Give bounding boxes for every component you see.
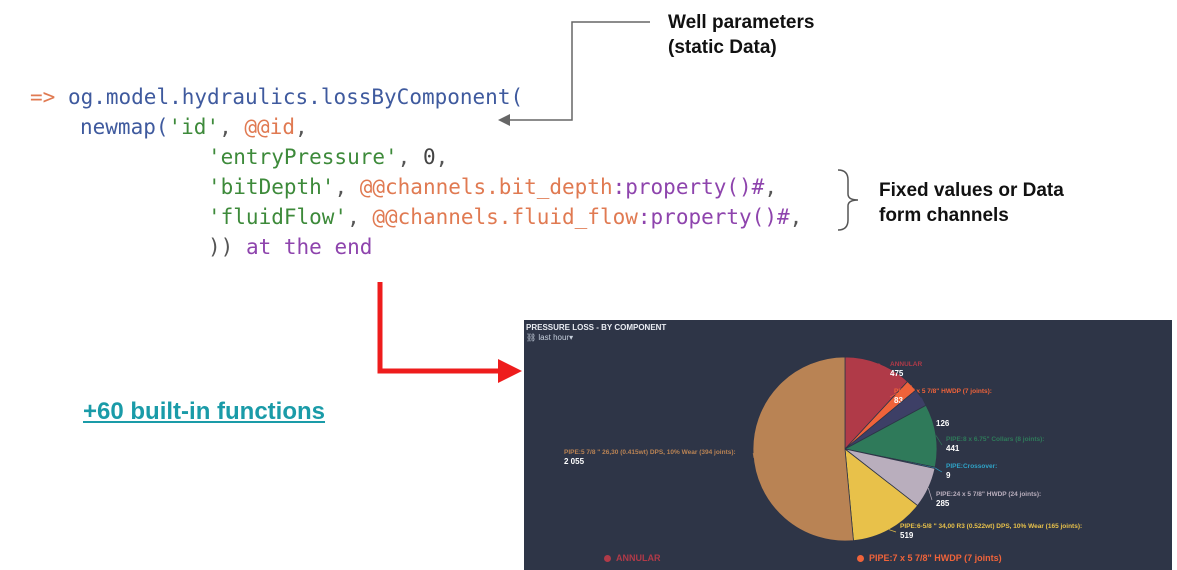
legend-item-hwdp-7[interactable]: PIPE:7 x 5 7/8" HWDP (7 joints) [857, 553, 1002, 563]
slice-label-crossover: PIPE:Crossover: [946, 463, 997, 470]
slice-value-dps-165: 519 [900, 531, 914, 540]
slice-value-annular: 475 [890, 369, 904, 378]
slice-label-collars: PIPE:8 x 6.75" Collars (8 joints): [946, 436, 1044, 443]
legend-hwdp-7-label: PIPE:7 x 5 7/8" HWDP (7 joints) [869, 553, 1002, 563]
red-flow-arrow [377, 282, 500, 374]
dashboard-panel: PRESSURE LOSS - BY COMPONENT ⛓ last hour… [524, 320, 1172, 570]
slice-label-hwdp-7: PIPE:7 x 5 7/8" HWDP (7 joints): [894, 388, 992, 395]
chart-legend: ANNULAR PIPE:7 x 5 7/8" HWDP (7 joints) [524, 549, 1172, 570]
legend-item-annular[interactable]: ANNULAR [604, 553, 661, 563]
slice-label-annular: ANNULAR [890, 361, 922, 368]
legend-annular-swatch [604, 555, 611, 562]
leader-line-dps-165 [888, 529, 897, 533]
slice-label-dps-165: PIPE:6-5/8 " 34,00 R3 (0.522wt) DPS, 10%… [900, 523, 1082, 530]
legend-hwdp-7-swatch [857, 555, 864, 562]
slice-label-dps-394: PIPE:5 7/8 " 26,30 (0.415wt) DPS, 10% We… [564, 449, 736, 456]
well-parameters-connector [505, 21, 650, 121]
slice-value-collars: 441 [946, 444, 960, 453]
leader-line-hwdp-24 [927, 487, 933, 501]
connector-arrowhead-icon [498, 114, 510, 126]
leader-line-crossover [934, 467, 943, 473]
slice-value-dps-394: 2 055 [564, 457, 585, 466]
curly-brace-icon [837, 169, 859, 231]
legend-annular-label: ANNULAR [616, 553, 661, 563]
pie-slice-dps-394[interactable] [752, 356, 854, 542]
slice-value-unknown: 126 [936, 419, 950, 428]
pie-chart: ANNULAR475 PIPE:7 x 5 7/8" HWDP (7 joints… [564, 356, 1082, 542]
red-arrowhead-icon [498, 359, 522, 383]
slice-value-hwdp-24: 285 [936, 499, 950, 508]
slice-value-crossover: 9 [946, 471, 951, 480]
slice-label-hwdp-24: PIPE:24 x 5 7/8" HWDP (24 joints): [936, 491, 1041, 498]
builtin-functions-link[interactable]: +60 built-in functions [83, 398, 325, 426]
